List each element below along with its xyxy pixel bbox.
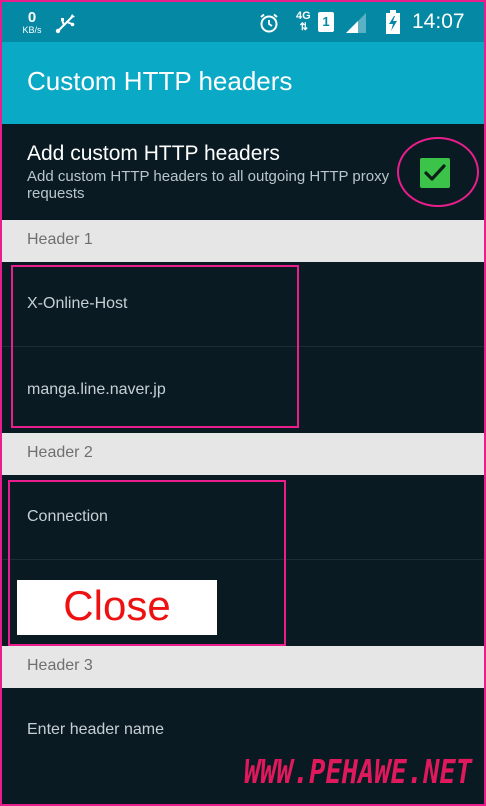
status-bar: 0 KB/s 4G ⇅ 1 14:07 — [2, 2, 484, 42]
usb-icon — [55, 14, 75, 34]
add-custom-headers-setting[interactable]: Add custom HTTP headers Add custom HTTP … — [2, 124, 484, 220]
sim-slot-badge: 1 — [318, 12, 334, 32]
net-speed-indicator: 0 KB/s — [18, 10, 46, 35]
site-watermark: WWW.PEHAWE.NET — [244, 752, 473, 791]
battery-charging-icon — [386, 10, 400, 34]
setting-title: Add custom HTTP headers — [27, 142, 280, 165]
header-1-highlight-box — [11, 265, 299, 428]
net-speed-unit: KB/s — [22, 25, 42, 35]
close-value-overlay: Close — [17, 580, 217, 635]
setting-summary: Add custom HTTP headers to all outgoing … — [27, 168, 390, 202]
header-2-section: Header 2 — [2, 433, 484, 475]
section-label: Header 2 — [27, 444, 93, 461]
signal-icon — [346, 13, 366, 33]
page-title: Custom HTTP headers — [27, 66, 293, 96]
clock: 14:07 — [412, 10, 465, 33]
alarm-icon — [260, 13, 278, 33]
net-speed-value: 0 — [27, 9, 37, 26]
data-activity-icon: ⇅ — [299, 22, 308, 33]
app-bar: Custom HTTP headers — [2, 42, 484, 124]
section-label: Header 3 — [27, 657, 93, 674]
field-placeholder: Enter header name — [27, 721, 164, 738]
close-label: Close — [63, 582, 171, 629]
header-1-section: Header 1 — [2, 220, 484, 262]
network-type-indicator: 4G ⇅ — [296, 11, 311, 33]
header-3-section: Header 3 — [2, 646, 484, 688]
screen: 0 KB/s 4G ⇅ 1 14:07 Custom HTTP headers … — [2, 2, 484, 804]
checkbox-highlight-circle — [397, 137, 479, 207]
section-label: Header 1 — [27, 231, 93, 248]
network-type: 4G — [296, 10, 311, 22]
